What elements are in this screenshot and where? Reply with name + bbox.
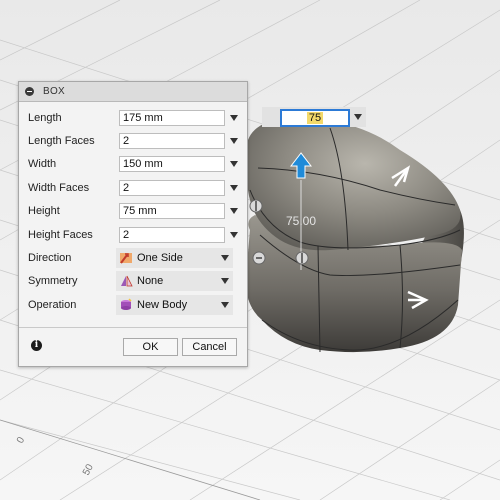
height-floating-value[interactable]: 75 xyxy=(306,112,324,124)
length-faces-input[interactable]: 2 xyxy=(119,133,225,150)
dimension-label: 75.00 xyxy=(286,214,316,228)
height-faces-input[interactable]: 2 xyxy=(119,226,225,243)
corner-handle-icon[interactable] xyxy=(252,251,266,265)
ok-button[interactable]: OK xyxy=(123,338,178,356)
height-input[interactable]: 75 mm xyxy=(119,203,225,220)
height-floating-input-panel: 75 xyxy=(262,107,366,127)
symmetry-row: Symmetry None xyxy=(19,270,247,293)
operation-select[interactable]: New Body xyxy=(116,294,233,315)
box-dialog: BOX Length 175 mm Length Faces 2 Width 1… xyxy=(18,81,248,367)
length-input[interactable]: 175 mm xyxy=(119,109,225,126)
length-faces-row: Length Faces 2 xyxy=(19,129,247,152)
width-faces-row: Width Faces 2 xyxy=(19,176,247,199)
chevron-down-icon[interactable] xyxy=(221,278,229,285)
width-faces-input[interactable]: 2 xyxy=(119,179,225,196)
edge-handle-icon[interactable] xyxy=(249,199,263,213)
height-label: Height xyxy=(28,205,60,218)
dialog-header: BOX xyxy=(19,82,247,102)
height-faces-row: Height Faces 2 xyxy=(19,223,247,246)
direction-value: One Side xyxy=(137,252,183,265)
chevron-down-icon[interactable] xyxy=(230,184,238,191)
chevron-down-icon[interactable] xyxy=(230,138,238,145)
direction-label: Direction xyxy=(28,252,72,265)
width-row: Width 150 mm xyxy=(19,153,247,176)
length-label: Length xyxy=(28,111,62,124)
height-handle-icon[interactable] xyxy=(295,251,309,265)
info-icon[interactable]: i xyxy=(31,340,42,351)
width-input[interactable]: 150 mm xyxy=(119,156,225,173)
height-faces-label: Height Faces xyxy=(28,228,93,241)
chevron-down-icon[interactable] xyxy=(230,208,238,215)
chevron-down-icon[interactable] xyxy=(230,231,238,238)
collapse-icon[interactable] xyxy=(25,87,34,96)
chevron-down-icon[interactable] xyxy=(230,161,238,168)
cancel-button[interactable]: Cancel xyxy=(182,338,237,356)
operation-row: Operation New Body xyxy=(19,293,247,316)
dialog-title: BOX xyxy=(43,86,66,97)
width-faces-label: Width Faces xyxy=(28,181,90,194)
chevron-down-icon[interactable] xyxy=(230,114,238,121)
new-body-icon xyxy=(121,298,132,310)
one-side-direction-icon xyxy=(120,253,132,264)
direction-select[interactable]: One Side xyxy=(116,248,233,269)
chevron-down-icon[interactable] xyxy=(221,301,229,308)
symmetry-label: Symmetry xyxy=(28,275,78,288)
height-row: Height 75 mm xyxy=(19,200,247,223)
operation-label: Operation xyxy=(28,298,77,311)
chevron-down-icon[interactable] xyxy=(221,255,229,262)
dialog-footer: i OK Cancel xyxy=(19,327,247,366)
operation-value: New Body xyxy=(137,298,188,311)
symmetry-select[interactable]: None xyxy=(116,271,233,292)
length-row: Length 175 mm xyxy=(19,106,247,129)
direction-row: Direction One Side xyxy=(19,246,247,269)
chevron-down-icon[interactable] xyxy=(354,114,362,120)
length-faces-label: Length Faces xyxy=(28,135,95,148)
symmetry-value: None xyxy=(137,275,164,288)
symmetry-icon xyxy=(121,276,133,287)
width-label: Width xyxy=(28,158,57,171)
height-floating-input[interactable]: 75 xyxy=(280,109,350,127)
